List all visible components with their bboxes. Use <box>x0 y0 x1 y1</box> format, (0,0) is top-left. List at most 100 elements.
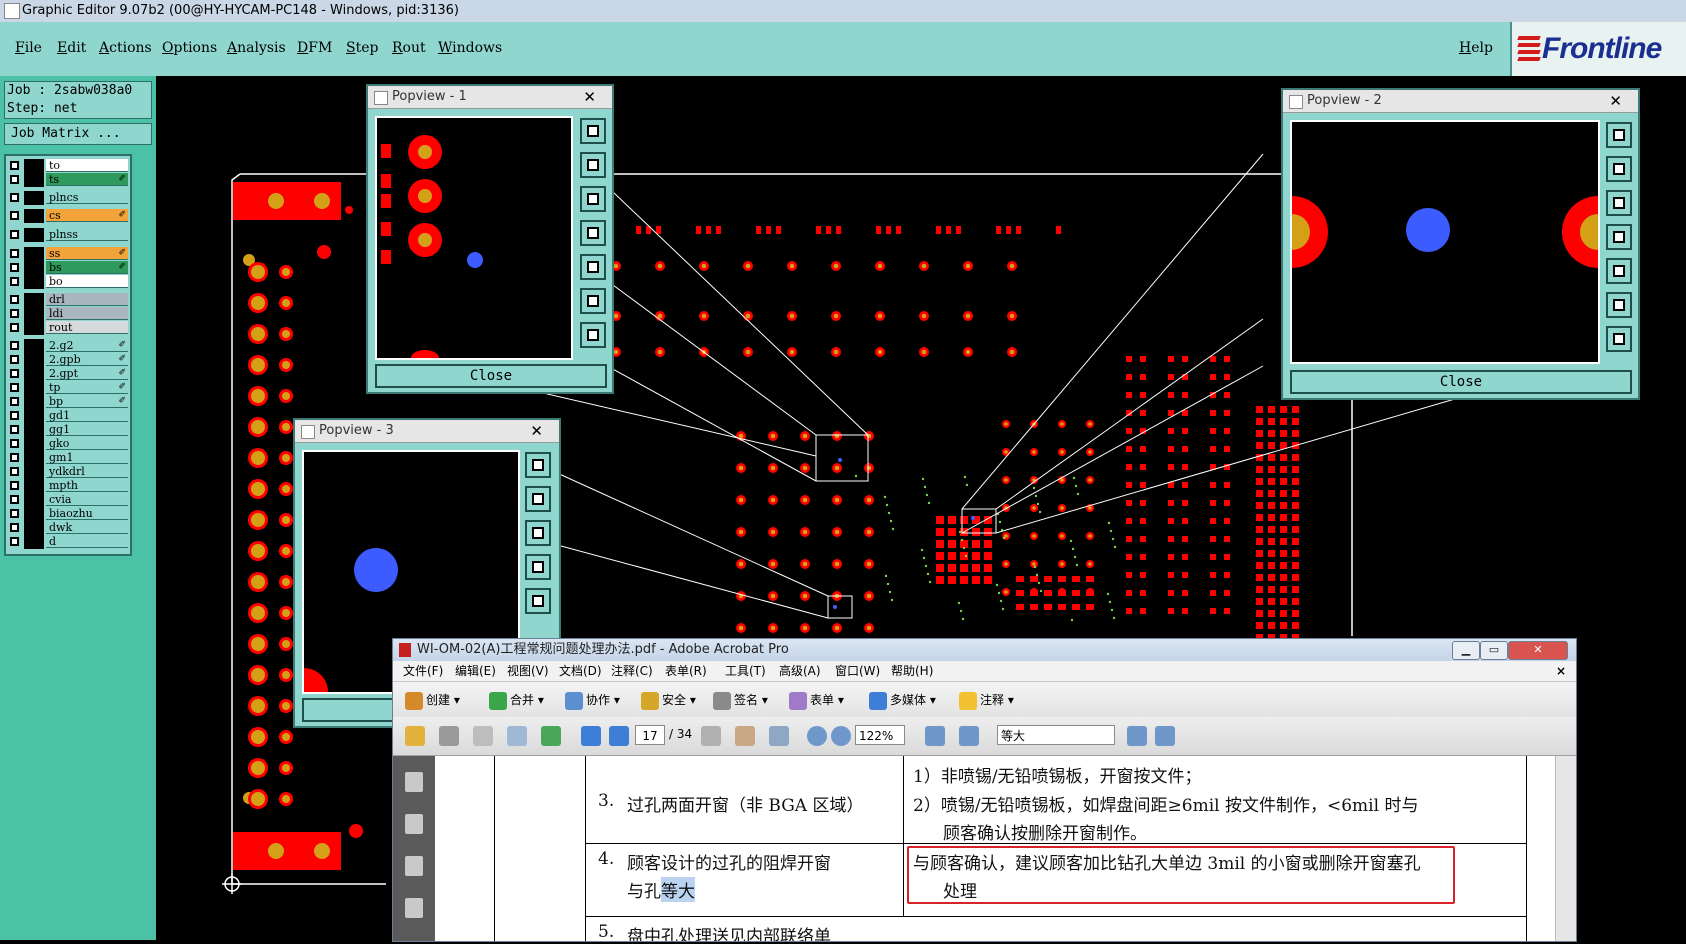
layer-name[interactable]: ts ✐ <box>46 173 128 186</box>
popview-1-pan-left-icon[interactable] <box>580 220 606 246</box>
layer-row-gm1[interactable]: gm1 <box>8 451 128 465</box>
prev-page-icon[interactable] <box>581 726 601 746</box>
layer-checkbox[interactable] <box>10 383 19 392</box>
popview-3-titlebar[interactable]: Popview - 3 ✕ <box>295 420 559 443</box>
layer-row-biaozhu[interactable]: biaozhu <box>8 507 128 521</box>
create-button[interactable]: 创建 ▾ <box>405 682 460 718</box>
layer-color-swatch[interactable] <box>24 173 44 187</box>
ac-menu-tools[interactable]: 工具(T) <box>725 661 766 681</box>
menu-windows[interactable]: Windows <box>438 40 502 56</box>
ac-menu-window[interactable]: 窗口(W) <box>835 661 880 681</box>
layer-name[interactable]: gm1 <box>46 451 128 464</box>
popview-3-pan-right-icon[interactable] <box>525 588 551 614</box>
layer-row-bo[interactable]: bo <box>8 275 128 289</box>
layer-row-ydkdrl[interactable]: ydkdrl <box>8 465 128 479</box>
popview-2-close-icon[interactable]: ✕ <box>1609 90 1622 112</box>
layer-color-swatch[interactable] <box>24 381 44 395</box>
popview-2-zoom-out-icon[interactable] <box>1606 326 1632 352</box>
layer-name[interactable]: gg1 <box>46 423 128 436</box>
layer-name[interactable]: plnss <box>46 228 128 241</box>
layer-row-bs[interactable]: bs ✐ <box>8 261 128 275</box>
forms-button[interactable]: 表单 ▾ <box>789 682 844 718</box>
layer-checkbox[interactable] <box>10 277 19 286</box>
layer-checkbox[interactable] <box>10 537 19 546</box>
save-icon[interactable] <box>473 726 493 746</box>
layer-name[interactable]: 2.gpt ✐ <box>46 367 128 380</box>
popview-1-pan-down-icon[interactable] <box>580 186 606 212</box>
layer-name[interactable]: tp ✐ <box>46 381 128 394</box>
layer-row-drl[interactable]: drl <box>8 293 128 307</box>
ac-menu-view[interactable]: 视图(V) <box>507 661 549 681</box>
combine-button[interactable]: 合并 ▾ <box>489 682 544 718</box>
menu-options[interactable]: Options <box>162 40 217 56</box>
layer-color-swatch[interactable] <box>24 437 44 451</box>
close-icon[interactable]: ✕ <box>1508 641 1568 660</box>
layer-color-swatch[interactable] <box>24 521 44 535</box>
layer-name[interactable]: bo <box>46 275 128 288</box>
layer-color-swatch[interactable] <box>24 261 44 275</box>
popview-2-pan-up-icon[interactable] <box>1606 156 1632 182</box>
layer-checkbox[interactable] <box>10 411 19 420</box>
find-input[interactable]: 等大 <box>997 725 1115 745</box>
page-number-input[interactable]: 17 <box>635 725 665 745</box>
layer-name[interactable]: biaozhu <box>46 507 128 520</box>
ac-menu-advanced[interactable]: 高级(A) <box>779 661 821 681</box>
zoom-in-icon[interactable] <box>831 726 851 746</box>
document-scrollbar[interactable] <box>1555 756 1576 941</box>
popview-3-pan-down-icon[interactable] <box>525 520 551 546</box>
popview-2-close-button[interactable]: Close <box>1290 370 1632 394</box>
ac-menu-comment[interactable]: 注释(C) <box>611 661 653 681</box>
email-icon[interactable] <box>507 726 527 746</box>
layer-name[interactable]: drl <box>46 293 128 306</box>
layer-name[interactable]: ldi <box>46 307 128 320</box>
layer-name[interactable]: ydkdrl <box>46 465 128 478</box>
layer-checkbox[interactable] <box>10 397 19 406</box>
doc-close-icon[interactable]: × <box>1556 661 1566 681</box>
popview-1-pan-up-icon[interactable] <box>580 152 606 178</box>
layer-row-tp[interactable]: tp ✐ <box>8 381 128 395</box>
layer-row-plnss[interactable]: plnss <box>8 228 128 242</box>
zoom-out-icon[interactable] <box>807 726 827 746</box>
menu-rout[interactable]: Rout <box>392 40 426 56</box>
layer-name[interactable]: gko <box>46 437 128 450</box>
layer-row-to[interactable]: to <box>8 159 128 173</box>
layer-checkbox[interactable] <box>10 453 19 462</box>
popview-2-viewport[interactable] <box>1256 120 1634 364</box>
ac-menu-help[interactable]: 帮助(H) <box>891 661 933 681</box>
layer-checkbox[interactable] <box>10 323 19 332</box>
popview-1-close-button[interactable]: Close <box>375 364 607 388</box>
layer-row-ts[interactable]: ts ✐ <box>8 173 128 187</box>
menu-analysis[interactable]: Analysis <box>227 40 286 56</box>
pdf-document-view[interactable]: 3. 过孔两面开窗（非 BGA 区域） 1）非喷锡/无铅喷锡板，开窗按文件； 2… <box>435 756 1555 941</box>
acrobat-titlebar[interactable]: WI-OM-02(A)工程常规问题处理办法.pdf - Adobe Acroba… <box>393 639 1576 661</box>
hand-tool-icon[interactable] <box>735 726 755 746</box>
popview-2-pan-down-icon[interactable] <box>1606 190 1632 216</box>
layer-color-swatch[interactable] <box>24 159 44 173</box>
layer-checkbox[interactable] <box>10 425 19 434</box>
layer-row-gko[interactable]: gko <box>8 437 128 451</box>
popview-1-zoom-fit-icon[interactable] <box>580 118 606 144</box>
layer-color-swatch[interactable] <box>24 209 44 223</box>
layer-name[interactable]: mpth <box>46 479 128 492</box>
fit-width-icon[interactable] <box>959 726 979 746</box>
ac-menu-forms[interactable]: 表单(R) <box>665 661 707 681</box>
layer-color-swatch[interactable] <box>24 293 44 307</box>
layer-color-swatch[interactable] <box>24 321 44 335</box>
layer-checkbox[interactable] <box>10 369 19 378</box>
menu-help[interactable]: Help <box>1459 40 1493 56</box>
layer-checkbox[interactable] <box>10 249 19 258</box>
print-icon[interactable] <box>439 726 459 746</box>
popview-2-pan-right-icon[interactable] <box>1606 258 1632 284</box>
secure-button[interactable]: 安全 ▾ <box>641 682 696 718</box>
layer-name[interactable]: plncs <box>46 191 128 204</box>
popview-1-pan-right-icon[interactable] <box>580 254 606 280</box>
maximize-icon[interactable]: ▭ <box>1480 641 1508 660</box>
layer-name[interactable]: bs ✐ <box>46 261 128 274</box>
layer-checkbox[interactable] <box>10 230 19 239</box>
comment-button[interactable]: 注释 ▾ <box>959 682 1014 718</box>
layer-checkbox[interactable] <box>10 355 19 364</box>
popview-1-viewport[interactable] <box>375 116 573 366</box>
menu-dfm[interactable]: DFM <box>297 40 332 56</box>
layer-color-swatch[interactable] <box>24 353 44 367</box>
layer-checkbox[interactable] <box>10 295 19 304</box>
